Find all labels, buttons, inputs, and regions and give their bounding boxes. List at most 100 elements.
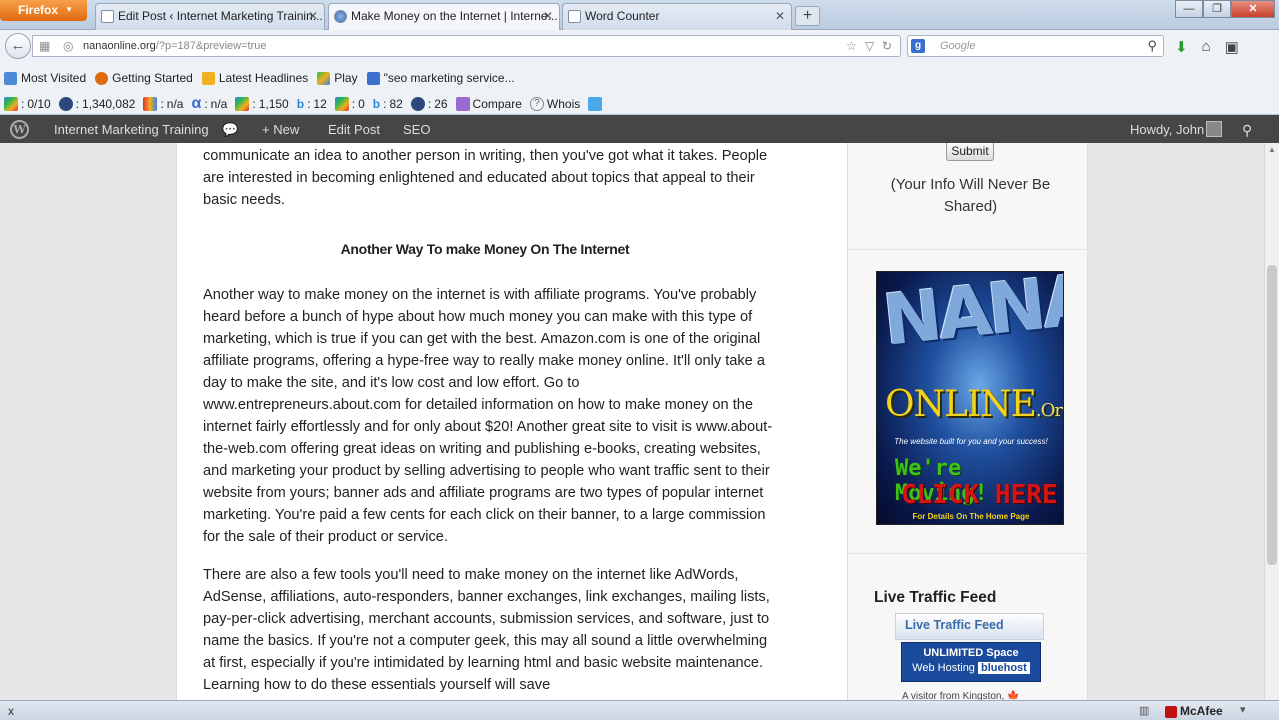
live-traffic-title: Live Traffic Feed [874,589,997,606]
pagerank-value: 0/10 [27,96,51,111]
alexa-links-stat[interactable]: :26 [410,93,448,114]
divider [848,553,1088,554]
google-links-stat[interactable]: :0 [334,93,365,114]
whois-button[interactable]: ? Whois [529,93,580,114]
pagerank-stat[interactable]: :0/10 [4,93,51,114]
google-index-stat[interactable]: :1,150 [235,93,289,114]
edit-post-link[interactable]: Edit Post [328,122,380,137]
history-dropdown-icon[interactable]: ▽ [865,39,874,53]
alpha-icon: α [191,94,202,112]
banner-org: .Org [1035,400,1063,421]
mcafee-button[interactable]: McAfee [1165,704,1223,718]
scrollbar-thumb[interactable] [1267,265,1277,565]
comments-icon[interactable]: 💬 [222,122,238,138]
article-heading: Another Way To make Money On The Interne… [340,241,630,257]
globe-icon: ◎ [63,39,74,53]
tab-make-money[interactable]: Make Money on the Internet | Interne... … [328,3,560,31]
bing-index-stat[interactable]: b:12 [297,93,327,114]
addon-icon[interactable]: ▥ [1139,704,1149,717]
bluehost-line: Web Hosting bluehost [902,662,1040,674]
bookmark-label: Most Visited [21,71,87,85]
bookmark-label: "seo marketing service... [383,71,515,85]
live-traffic-feed-widget[interactable]: Live Traffic Feed [895,613,1044,640]
rss-folder-icon [201,71,215,85]
article-paragraph: There are also a few tools you'll need t… [203,567,770,693]
nana-online-banner[interactable]: NANA ONLINE.Org The website built for yo… [876,271,1064,525]
bookmark-play[interactable]: Play [317,68,358,88]
firefox-menu-button[interactable]: Firefox ▼ [0,0,87,21]
google-links-value: 0 [358,96,365,111]
compare-icon [455,96,470,111]
banner-online-text: ONLINE [885,384,1037,425]
bookmark-star-icon[interactable]: ☆ [846,39,857,53]
article-content: communicate an idea to another person in… [176,143,848,700]
search-icon[interactable]: ⚲ [1147,38,1157,54]
page-icon [568,10,581,23]
banner-online: ONLINE.Org [885,384,1063,425]
bing-icon: b [296,96,305,111]
play-icon [317,71,331,85]
close-window-button[interactable]: ✕ [1231,0,1275,18]
twitter-icon [588,96,603,111]
site-name-link[interactable]: Internet Marketing Training [54,122,209,137]
alexa-rank-stat[interactable]: :1,340,082 [58,93,135,114]
reload-icon[interactable]: ↻ [882,39,892,53]
identity-icon: ▦ [39,39,51,53]
tab-word-counter[interactable]: Word Counter ✕ [562,3,792,30]
bookmark-seo-search[interactable]: "seo marketing service... [366,68,515,88]
article-paragraph: Another way to make money on the interne… [203,287,773,545]
banner-tagline: The website built for you and your succe… [894,437,1048,446]
new-content-link[interactable]: + New [262,122,299,137]
twitter-button[interactable] [588,93,603,114]
scroll-up-icon[interactable]: ▲ [1268,145,1276,154]
maximize-button[interactable]: ❐ [1203,0,1231,18]
tab-edit-post[interactable]: Edit Post ‹ Internet Marketing Trainin..… [95,3,325,30]
submit-button[interactable]: Submit [946,143,994,161]
bookmark-latest-headlines[interactable]: Latest Headlines [201,68,309,88]
download-icon[interactable]: ⬇ [1175,38,1188,56]
compare-button[interactable]: Compare [455,93,522,114]
visitor-text: A visitor from Kingston, [902,691,1005,700]
url-bar[interactable]: ▦ ◎ nanaonline.org/?p=187&preview=true ☆… [32,35,901,57]
banner-click-here[interactable]: CLICK HERE [901,480,1058,510]
bookmark-label: Latest Headlines [218,71,309,85]
alexa-icon [58,96,73,111]
search-bar[interactable]: g Google ⚲ [907,35,1164,57]
bookmark-most-visited[interactable]: Most Visited [4,68,86,88]
back-button[interactable]: ← [5,33,31,59]
bookmark-label: Getting Started [112,71,193,85]
addon-bar-icon[interactable]: ▣ [1225,38,1239,56]
stat-a[interactable]: : n/a [143,93,183,114]
close-tab-icon[interactable]: ✕ [308,9,318,23]
new-tab-button[interactable]: + [795,6,820,26]
new-label: New [273,122,300,137]
dropdown-icon[interactable]: ▾ [1240,703,1246,716]
window-controls: — ❐ ✕ [1175,0,1275,19]
toolbar-icons: ⬇ ⌂ ▣ [1175,38,1239,56]
close-add-on-bar-icon[interactable]: x [8,704,14,718]
minimize-button[interactable]: — [1175,0,1203,18]
alexa-icon [410,96,425,111]
page-icon [101,10,114,23]
vertical-scrollbar[interactable]: ▲ [1264,143,1279,700]
bluehost-ad[interactable]: UNLIMITED Space Web Hosting bluehost [901,642,1041,682]
wordpress-logo-icon[interactable]: W [10,120,29,139]
bing-links-stat[interactable]: b:82 [373,93,403,114]
account-menu[interactable]: Howdy, John [1130,122,1204,137]
close-tab-icon[interactable]: ✕ [775,9,785,23]
banner-brand: NANA [879,271,1064,362]
google-icon[interactable]: g [911,39,925,53]
search-icon[interactable]: ⚲ [1242,122,1252,139]
google-index-value: 1,150 [258,96,289,111]
home-icon[interactable]: ⌂ [1202,38,1211,56]
stat-b[interactable]: α: n/a [191,93,227,114]
mcafee-icon [1165,705,1177,718]
firefox-icon [95,71,109,85]
wp-admin-bar: W Internet Marketing Training 💬 + New Ed… [0,115,1279,143]
close-tab-icon[interactable]: ✕ [543,9,553,23]
url-host: nanaonline.org [83,40,156,52]
seo-menu-link[interactable]: SEO [403,122,430,137]
bookmark-getting-started[interactable]: Getting Started [95,68,193,88]
avatar[interactable] [1206,121,1222,137]
tab-label: Edit Post ‹ Internet Marketing Trainin..… [118,9,323,23]
